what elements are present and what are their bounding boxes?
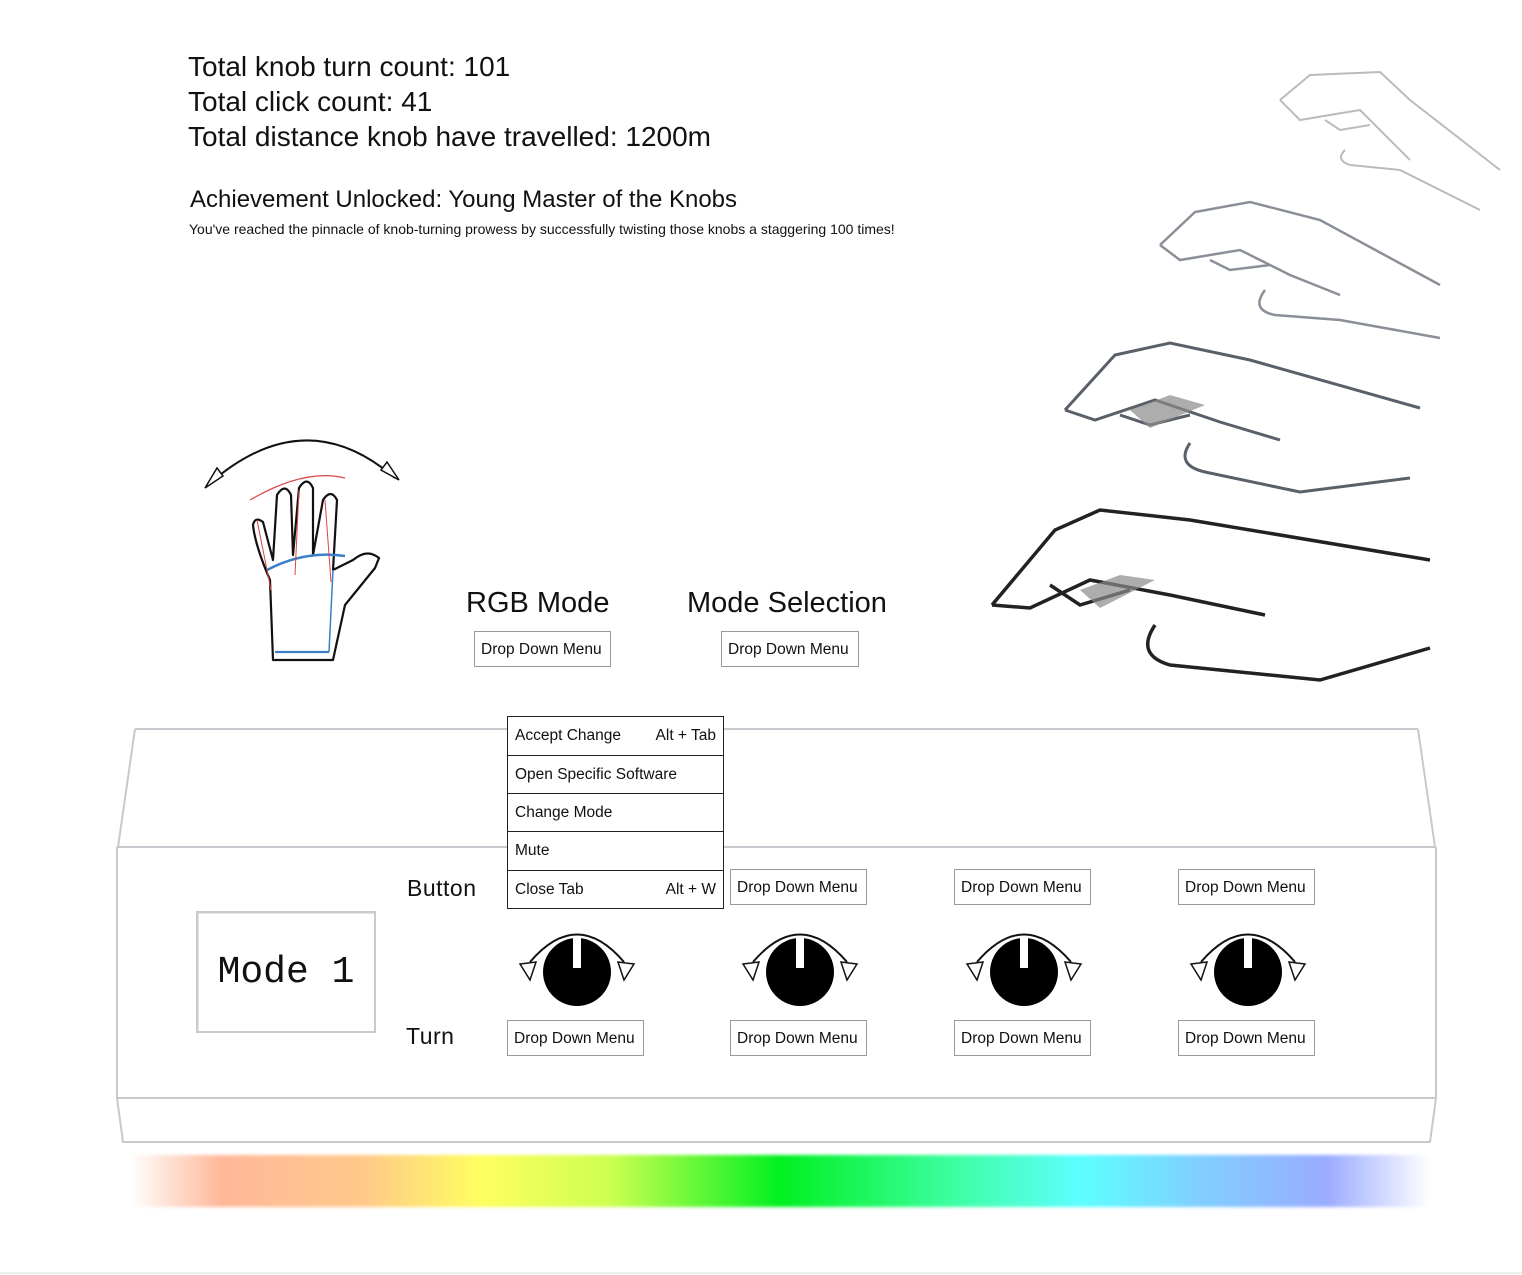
knob-1[interactable] [512, 922, 642, 1012]
turn-dropdown-3[interactable]: Drop Down Menu [954, 1020, 1091, 1056]
button-action-menu: Accept Change Alt + Tab Open Specific So… [507, 716, 724, 909]
button-dropdown-4[interactable]: Drop Down Menu [1178, 869, 1315, 905]
button-dropdown-3[interactable]: Drop Down Menu [954, 869, 1091, 905]
menu-item-close-tab[interactable]: Close Tab Alt + W [508, 871, 723, 908]
button-dropdown-2[interactable]: Drop Down Menu [730, 869, 867, 905]
menu-item-change-mode[interactable]: Change Mode [508, 794, 723, 832]
menu-item-shortcut: Alt + W [665, 880, 716, 898]
button-row-label: Button [407, 875, 477, 901]
menu-item-shortcut: Alt + Tab [655, 727, 716, 744]
device-outline [0, 728, 1522, 1274]
menu-item-label: Mute [515, 842, 550, 859]
menu-item-accept-change[interactable]: Accept Change Alt + Tab [508, 717, 723, 756]
mode-display: Mode 1 [196, 911, 376, 1033]
turn-dropdown-4[interactable]: Drop Down Menu [1178, 1020, 1315, 1056]
turn-dropdown-1[interactable]: Drop Down Menu [507, 1020, 644, 1056]
menu-item-mute[interactable]: Mute [508, 832, 723, 871]
menu-item-label: Open Specific Software [515, 765, 677, 783]
turn-row-label: Turn [406, 1023, 455, 1049]
rgb-light-strip [130, 1155, 1430, 1207]
menu-item-label: Accept Change [515, 727, 621, 744]
knob-2[interactable] [735, 922, 865, 1012]
knob-4[interactable] [1183, 922, 1313, 1012]
menu-item-label: Change Mode [515, 803, 613, 821]
menu-item-label: Close Tab [515, 880, 584, 898]
menu-item-open-specific-software[interactable]: Open Specific Software [508, 756, 723, 794]
turn-dropdown-2[interactable]: Drop Down Menu [730, 1020, 867, 1056]
knob-3[interactable] [959, 922, 1089, 1012]
